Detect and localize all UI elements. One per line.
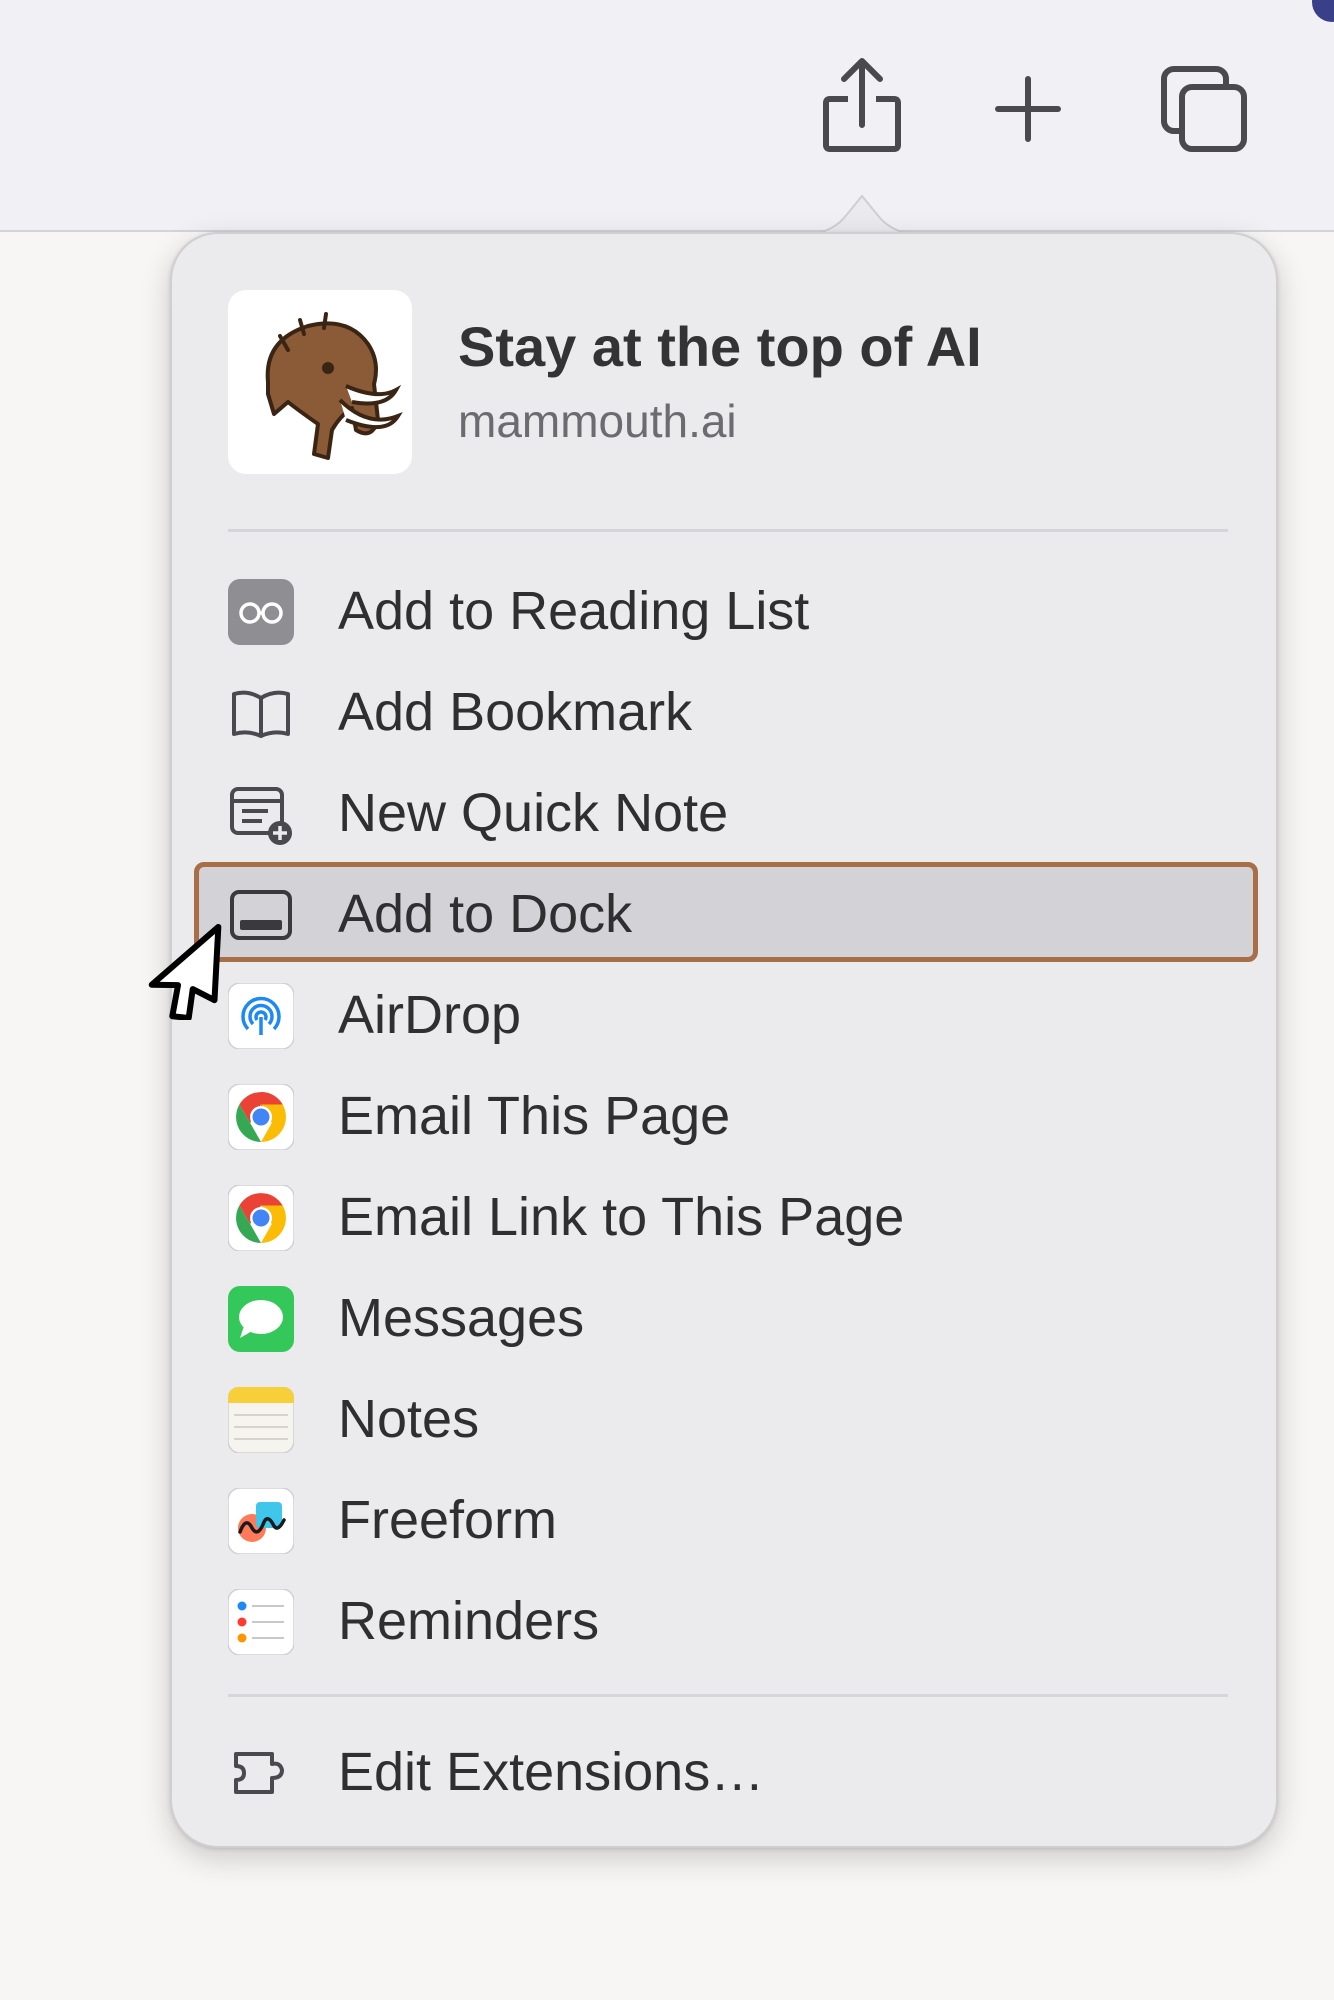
menu-item-edit-extensions[interactable]: Edit Extensions… <box>172 1720 1276 1820</box>
share-menu-popover: Stay at the top of AI mammouth.ai Add to… <box>170 232 1278 1848</box>
popover-arrow <box>800 194 924 238</box>
menu-item-new-quick-note[interactable]: New Quick Note <box>172 761 1276 861</box>
extensions-icon <box>234 1752 284 1794</box>
menu-item-label: Notes <box>338 1389 480 1449</box>
messages-icon <box>228 1286 294 1352</box>
menu-item-email-link-to-this-page[interactable]: Email Link to This Page <box>172 1165 1276 1265</box>
quick-note-icon <box>230 787 292 845</box>
menu-item-label: Add Bookmark <box>338 682 693 742</box>
airdrop-icon <box>228 983 294 1049</box>
menu-item-label: Email Link to This Page <box>338 1187 905 1247</box>
menu-item-label: Freeform <box>338 1490 558 1550</box>
menu-item-messages[interactable]: Messages <box>172 1266 1276 1366</box>
browser-toolbar <box>0 0 1334 232</box>
menu-item-reminders[interactable]: Reminders <box>172 1569 1276 1669</box>
menu-item-label: AirDrop <box>338 985 522 1045</box>
menu-item-add-to-reading-list[interactable]: Add to Reading List <box>172 559 1276 659</box>
menu-item-freeform[interactable]: Freeform <box>172 1468 1276 1568</box>
window-corner-accent <box>1312 0 1334 22</box>
mammoth-logo <box>265 312 403 460</box>
menu-item-notes[interactable]: Notes <box>172 1367 1276 1467</box>
menu-item-label: Messages <box>338 1288 585 1348</box>
share-icon <box>823 58 901 152</box>
chrome-icon <box>228 1084 294 1150</box>
menu-item-label: New Quick Note <box>338 783 729 843</box>
menu-item-add-bookmark[interactable]: Add Bookmark <box>172 660 1276 760</box>
menu-item-label: Edit Extensions… <box>338 1742 765 1802</box>
tab-overview-button[interactable] <box>1156 55 1252 165</box>
plus-icon <box>995 76 1061 142</box>
separator <box>228 1694 1228 1697</box>
menu-item-email-this-page[interactable]: Email This Page <box>172 1064 1276 1164</box>
chrome-icon <box>228 1185 294 1251</box>
menu-item-airdrop[interactable]: AirDrop <box>172 963 1276 1063</box>
new-tab-button[interactable] <box>980 55 1076 165</box>
menu-item-label: Add to Reading List <box>338 581 810 641</box>
menu-item-label: Email This Page <box>338 1086 731 1146</box>
book-icon <box>232 690 290 738</box>
reading-glasses-icon <box>228 579 294 645</box>
page-title: Stay at the top of AI <box>458 315 982 378</box>
menu-item-add-to-dock[interactable]: Add to Dock <box>172 862 1276 962</box>
menu-item-label: Add to Dock <box>338 884 633 944</box>
menu-item-label: Reminders <box>338 1591 600 1651</box>
site-thumbnail <box>228 290 412 474</box>
tabs-icon <box>1161 66 1247 152</box>
dock-icon <box>230 890 292 940</box>
notes-icon <box>228 1387 294 1453</box>
reminders-icon <box>228 1589 294 1655</box>
mouse-pointer-icon <box>148 923 222 1020</box>
freeform-icon <box>228 1488 294 1554</box>
separator <box>228 529 1228 532</box>
page-domain: mammouth.ai <box>458 395 737 447</box>
share-button[interactable] <box>814 55 910 165</box>
